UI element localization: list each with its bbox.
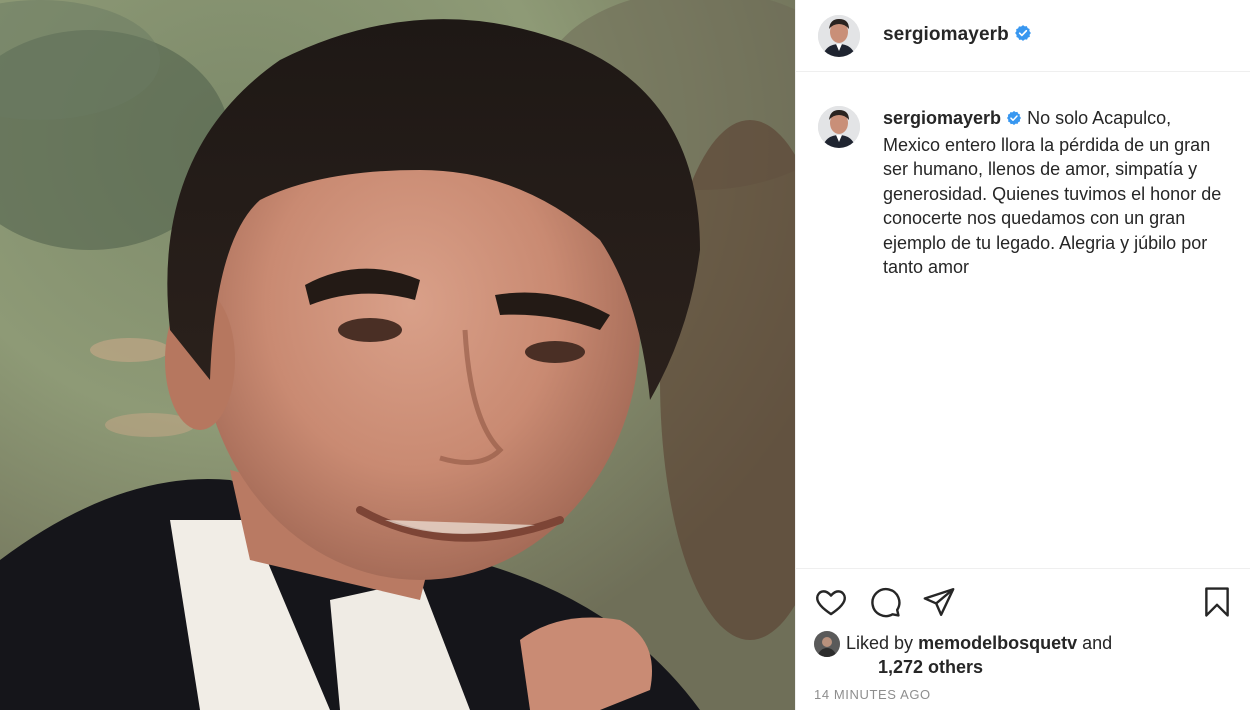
verified-badge-icon <box>1014 24 1032 48</box>
author-username-text[interactable]: sergiomayerb <box>883 24 1009 45</box>
action-bar <box>796 569 1250 635</box>
caption-author-avatar[interactable] <box>818 106 860 148</box>
post-sidebar: sergiomayerb sergiomayerb No solo Acapul… <box>795 0 1250 710</box>
likes-prefix: Liked by <box>846 633 914 653</box>
post-header: sergiomayerb <box>796 0 1250 72</box>
author-avatar[interactable] <box>818 14 860 57</box>
verified-badge-icon <box>1006 108 1022 133</box>
heart-outline-icon <box>816 590 846 616</box>
liker-username[interactable]: memodelbosquetv <box>918 633 1077 653</box>
save-button[interactable] <box>1200 585 1234 619</box>
paper-plane-icon <box>923 588 955 616</box>
liker-avatar[interactable] <box>814 631 840 657</box>
likes-count-link[interactable]: 1,272 others <box>878 655 1112 679</box>
comment-bubble-icon <box>871 587 901 618</box>
caption-body: No solo Acapulco, Mexico entero llora la… <box>883 108 1222 277</box>
post-footer: Liked by memodelbosquetv and 1,272 other… <box>796 568 1250 702</box>
author-avatar-image <box>818 14 860 57</box>
caption-text: sergiomayerb No solo Acapulco, Mexico en… <box>883 106 1228 280</box>
post-photo[interactable] <box>0 0 795 710</box>
like-button[interactable] <box>814 585 848 619</box>
bookmark-outline-icon <box>1205 587 1229 617</box>
share-button[interactable] <box>922 585 956 619</box>
caption-username[interactable]: sergiomayerb <box>883 108 1001 128</box>
likes-text: Liked by memodelbosquetv and 1,272 other… <box>846 631 1112 679</box>
caption-avatar-image <box>818 106 860 148</box>
likes-conjunction: and <box>1082 633 1113 653</box>
post-timestamp[interactable]: 14 minutes ago <box>796 687 1250 702</box>
liker-avatar-image <box>814 631 840 657</box>
comment-button[interactable] <box>868 585 902 619</box>
post-caption: sergiomayerb No solo Acapulco, Mexico en… <box>796 72 1250 280</box>
author-username[interactable]: sergiomayerb <box>883 24 1032 48</box>
likes-summary: Liked by memodelbosquetv and 1,272 other… <box>796 631 1250 679</box>
portrait-illustration <box>0 0 795 710</box>
instagram-post: sergiomayerb sergiomayerb No solo Acapul… <box>0 0 1250 710</box>
